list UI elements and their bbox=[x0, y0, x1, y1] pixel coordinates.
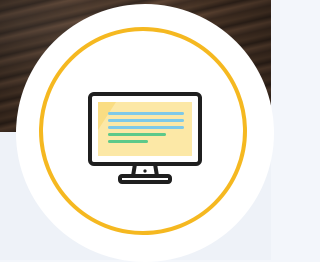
text-line bbox=[108, 126, 184, 129]
text-line bbox=[108, 112, 184, 115]
monitor-base bbox=[118, 174, 172, 184]
text-line bbox=[108, 140, 148, 143]
computer-monitor-icon bbox=[88, 92, 202, 184]
text-line bbox=[108, 119, 184, 122]
power-led bbox=[143, 169, 147, 173]
text-line bbox=[108, 133, 166, 136]
